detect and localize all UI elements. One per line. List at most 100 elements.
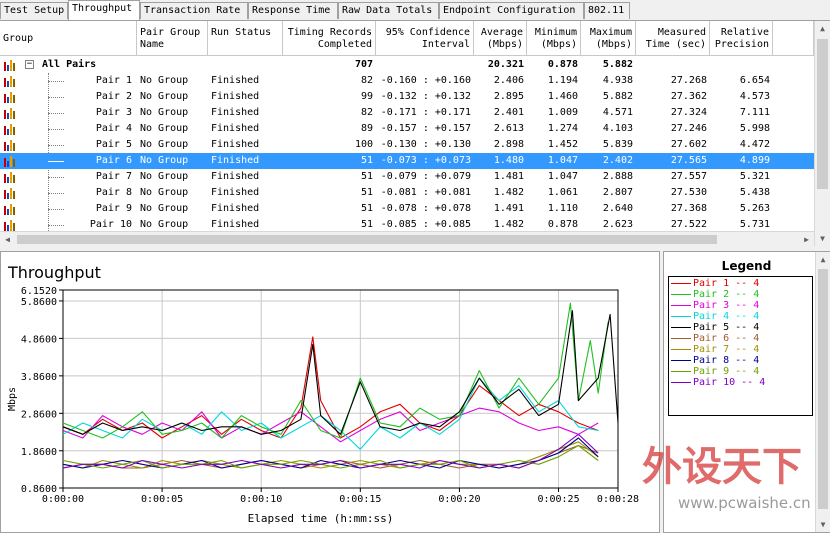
run-status: Finished: [211, 123, 260, 134]
legend-swatch: [671, 282, 691, 284]
tree-branch: [48, 81, 64, 82]
table-row[interactable]: Pair 8 No Group Finished 51 -0.081 : +0.081 1…: [0, 185, 814, 201]
column-header-relative-precision[interactable]: Relative Precision: [710, 21, 773, 56]
scroll-left-icon[interactable]: ◀: [0, 232, 15, 247]
table-row-all-pairs[interactable]: − All Pairs 707 20.321 0.878 5.882: [0, 57, 814, 73]
table-row[interactable]: Pair 3 No Group Finished 82 -0.171 : +0.171 2…: [0, 105, 814, 121]
pair-chart-icon: [4, 188, 16, 199]
scroll-thumb[interactable]: [817, 39, 828, 189]
pair-chart-icon: [4, 156, 16, 167]
confidence-interval: -0.073 : +0.073: [380, 155, 471, 166]
pair-chart-icon: [4, 204, 16, 215]
column-header-group[interactable]: Group: [0, 21, 137, 56]
tree-branch: [48, 177, 64, 178]
table-row[interactable]: Pair 10 No Group Finished 51 -0.085 : +0.085…: [0, 217, 814, 231]
run-status: Finished: [211, 187, 260, 198]
minimum: 1.047: [547, 171, 578, 182]
y-tick-label: 4.8600: [21, 334, 57, 345]
maximum: 4.571: [602, 107, 633, 118]
y-tick-label: 1.8600: [21, 447, 57, 458]
tree-branch: [48, 209, 64, 210]
scroll-down-icon[interactable]: ▼: [815, 231, 830, 246]
average: 1.482: [493, 187, 524, 198]
confidence-interval: -0.085 : +0.085: [380, 219, 471, 230]
legend-list: Pair 1 -- 4 Pair 2 -- 4 Pair 3 -- 4 Pair 4 …: [668, 276, 813, 416]
table-row[interactable]: Pair 4 No Group Finished 89 -0.157 : +0.157 2…: [0, 121, 814, 137]
legend-swatch: [671, 370, 691, 372]
column-header-measured-time[interactable]: Measured Time (sec): [636, 21, 710, 56]
scroll-up-icon[interactable]: ▲: [816, 252, 830, 267]
grid-horizontal-scrollbar[interactable]: ◀ ▶: [0, 231, 814, 246]
maximum: 4.938: [602, 75, 633, 86]
legend-item: Pair 9 -- 4: [671, 366, 759, 377]
scroll-right-icon[interactable]: ▶: [799, 232, 814, 247]
table-row[interactable]: Pair 9 No Group Finished 51 -0.078 : +0.078 1…: [0, 201, 814, 217]
tab-802-11[interactable]: 802.11: [584, 2, 630, 19]
tree-branch: [48, 129, 64, 130]
legend-swatch: [671, 381, 691, 383]
scroll-up-icon[interactable]: ▲: [815, 21, 830, 36]
tab-transaction-rate[interactable]: Transaction Rate: [140, 2, 248, 19]
maximum: 5.882: [602, 59, 633, 70]
pair-name: Pair 5: [95, 139, 132, 150]
tree-branch: [48, 97, 64, 98]
x-tick-label: 0:00:05: [141, 494, 183, 505]
table-row[interactable]: Pair 6 No Group Finished 51 -0.073 : +0.073 1…: [0, 153, 814, 169]
confidence-interval: -0.132 : +0.132: [380, 91, 471, 102]
legend-swatch: [671, 304, 691, 306]
measured-time: 27.557: [670, 171, 707, 182]
group-name: All Pairs: [42, 59, 97, 70]
minimum: 1.061: [547, 187, 578, 198]
column-header-average[interactable]: Average (Mbps): [474, 21, 527, 56]
minimum: 1.194: [547, 75, 578, 86]
measured-time: 27.530: [670, 187, 707, 198]
timing-records: 707: [354, 59, 373, 70]
column-header-confidence-interval[interactable]: 95% Confidence Interval: [376, 21, 474, 56]
measured-time: 27.602: [670, 139, 707, 150]
table-row[interactable]: Pair 1 No Group Finished 82 -0.160 : +0.160 2…: [0, 73, 814, 89]
series-line-pair-2: [62, 302, 609, 439]
tree-branch: [48, 193, 64, 194]
grid-vertical-scrollbar[interactable]: ▲ ▼: [814, 21, 830, 246]
legend-swatch: [671, 293, 691, 295]
maximum: 2.807: [602, 187, 633, 198]
pair-group-name: No Group: [140, 203, 189, 214]
column-header-run-status[interactable]: Run Status: [208, 21, 283, 56]
legend-label: Pair 3 -- 4: [693, 300, 760, 311]
table-row[interactable]: Pair 7 No Group Finished 51 -0.079 : +0.079 1…: [0, 169, 814, 185]
maximum: 2.640: [602, 203, 633, 214]
pair-group-name: No Group: [140, 171, 189, 182]
tab-endpoint-configuration[interactable]: Endpoint Configuration: [439, 2, 584, 19]
tree-branch: [48, 225, 64, 226]
legend-swatch: [671, 315, 691, 317]
column-header-maximum[interactable]: Maximum (Mbps): [581, 21, 636, 56]
relative-precision: 4.899: [739, 155, 770, 166]
tab-response-time[interactable]: Response Time: [248, 2, 338, 19]
pair-group-name: No Group: [140, 91, 189, 102]
average: 1.480: [493, 155, 524, 166]
relative-precision: 5.263: [739, 203, 770, 214]
pair-chart-icon: [4, 220, 16, 231]
tab-throughput[interactable]: Throughput: [68, 0, 140, 20]
tab-test-setup[interactable]: Test Setup: [0, 2, 68, 19]
table-row[interactable]: Pair 2 No Group Finished 99 -0.132 : +0.132 2…: [0, 89, 814, 105]
column-header-minimum[interactable]: Minimum (Mbps): [527, 21, 581, 56]
column-header-pair-group-name[interactable]: Pair Group Name: [137, 21, 208, 56]
y-tick-label: 5.8600: [21, 297, 57, 308]
y-tick-label: 6.1520: [21, 286, 57, 297]
table-row[interactable]: Pair 5 No Group Finished 100 -0.130 : +0.130…: [0, 137, 814, 153]
legend-swatch: [671, 337, 691, 339]
run-status: Finished: [211, 107, 260, 118]
legend-item: Pair 4 -- 4: [671, 311, 759, 322]
relative-precision: 7.111: [739, 107, 770, 118]
column-header-timing-records[interactable]: Timing Records Completed: [283, 21, 376, 56]
pair-chart-icon: [4, 108, 16, 119]
tab-raw-data-totals[interactable]: Raw Data Totals: [338, 2, 439, 19]
confidence-interval: -0.171 : +0.171: [380, 107, 471, 118]
maximum: 4.103: [602, 123, 633, 134]
relative-precision: 5.321: [739, 171, 770, 182]
collapse-icon[interactable]: −: [25, 60, 34, 69]
legend-item: Pair 10 -- 4: [671, 377, 765, 388]
x-tick-label: 0:00:25: [537, 494, 579, 505]
scroll-thumb[interactable]: [17, 235, 717, 244]
